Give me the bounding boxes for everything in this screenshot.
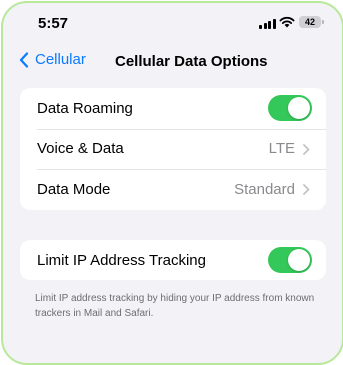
data-roaming-label: Data Roaming (37, 99, 133, 117)
page-title: Cellular Data Options (115, 53, 268, 70)
limit-ip-tracking-toggle[interactable] (268, 247, 312, 273)
phone-screen: 5:57 42 Cellular Cellular Data Options D… (1, 1, 343, 365)
chevron-right-icon (303, 184, 310, 196)
back-button-label: Cellular (35, 51, 86, 68)
battery-level: 42 (304, 17, 315, 27)
data-mode-label: Data Mode (37, 180, 111, 198)
chevron-right-icon (303, 143, 310, 155)
back-button[interactable]: Cellular (19, 51, 86, 68)
status-time: 5:57 (38, 15, 69, 32)
wifi-icon (279, 16, 295, 28)
data-roaming-row: Data Roaming (20, 88, 326, 129)
settings-group-cellular: Data Roaming Voice & Data LTE Data Mode … (20, 88, 326, 210)
nav-bar: Cellular Cellular Data Options (3, 43, 342, 79)
status-bar: 5:57 42 (3, 3, 342, 43)
voice-data-row[interactable]: Voice & Data LTE (20, 128, 326, 170)
limit-ip-tracking-label: Limit IP Address Tracking (37, 251, 206, 269)
settings-group-privacy: Limit IP Address Tracking (20, 240, 326, 280)
voice-data-label: Voice & Data (37, 140, 124, 158)
toggle-knob (288, 249, 310, 271)
toggle-knob (288, 97, 310, 119)
limit-ip-tracking-row: Limit IP Address Tracking (20, 240, 326, 281)
back-chevron-icon (19, 51, 29, 68)
data-mode-row[interactable]: Data Mode Standard (20, 169, 326, 210)
signal-icon (259, 18, 276, 29)
battery-icon: 42 (299, 16, 324, 28)
data-mode-value: Standard (234, 180, 295, 198)
data-roaming-toggle[interactable] (268, 95, 312, 121)
limit-ip-tracking-footer: Limit IP address tracking by hiding your… (35, 293, 315, 319)
voice-data-value: LTE (268, 140, 295, 158)
